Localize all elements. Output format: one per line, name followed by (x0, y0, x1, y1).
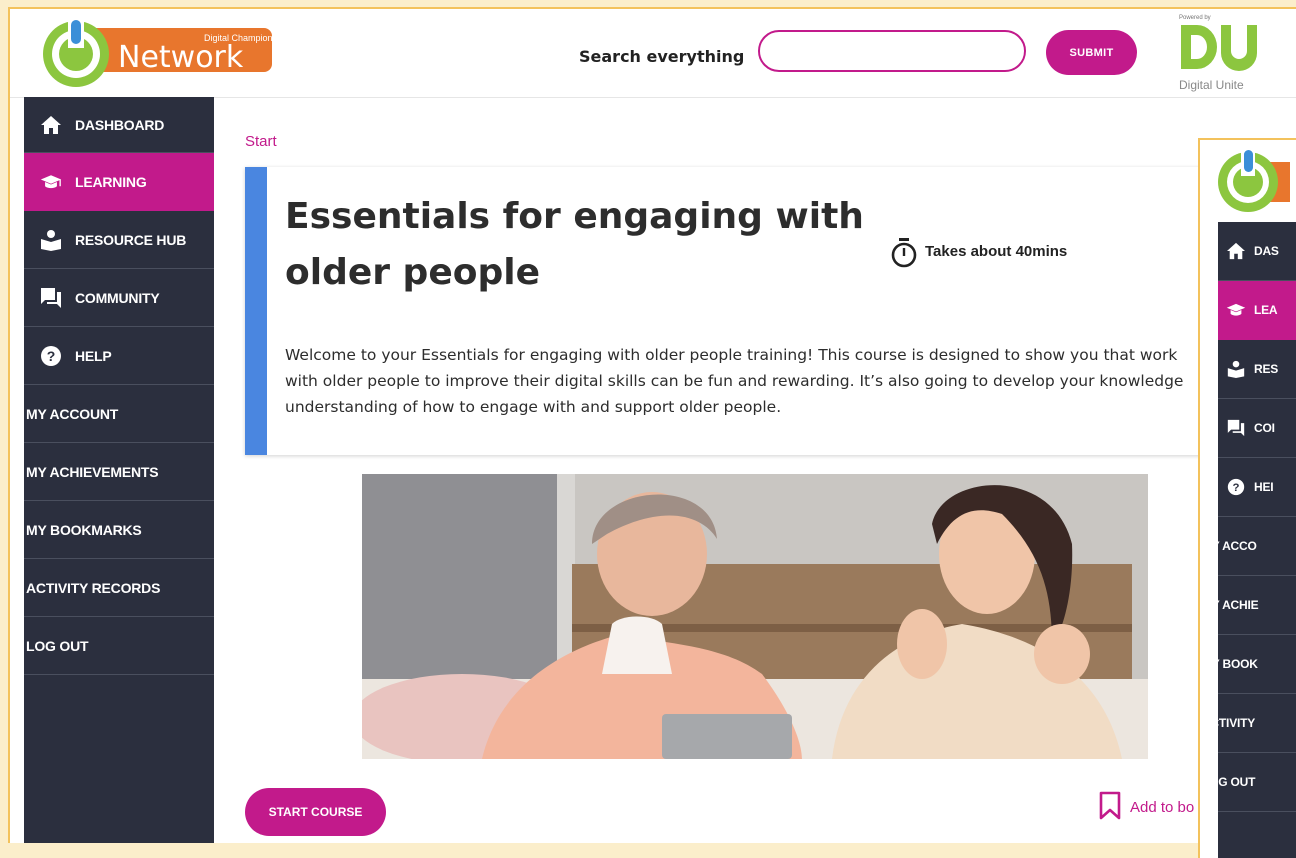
chat-icon (40, 287, 62, 309)
course-card: Essentials for engaging with older peopl… (245, 167, 1205, 455)
stopwatch-icon (891, 238, 917, 268)
digital-champions-network-logo[interactable]: Digital Champions Network (38, 14, 274, 88)
sidebar-item-dashboard[interactable]: DASHBOARD (24, 97, 214, 153)
overlay-item-learning[interactable]: LEA (1218, 281, 1296, 340)
sidebar-item-my-bookmarks[interactable]: MY BOOKMARKS (24, 501, 214, 559)
overlay-sidebar: DAS LEA RES COI ? HEI MY ACCO MY ACHIE M… (1202, 222, 1296, 858)
overlay-item-label: COI (1254, 421, 1275, 435)
intro-line: with older people to improve their digit… (285, 372, 1184, 390)
logo-text: Network (118, 40, 244, 75)
sidebar-item-label: RESOURCE HUB (75, 231, 187, 248)
overlay-item-log-out[interactable]: LOG OUT (1202, 753, 1296, 812)
sidebar-item-label: MY BOOKMARKS (26, 521, 142, 538)
sidebar: DASHBOARD LEARNING RESOURCE HUB COMMUNIT… (24, 97, 214, 843)
du-text: Digital Unite (1179, 78, 1244, 92)
overlay-logo (1218, 148, 1296, 212)
overlay-item-my-account[interactable]: MY ACCO (1202, 517, 1296, 576)
browser-frame: Digital Champions Network Search everyth… (8, 7, 1296, 843)
add-to-bookmarks-link[interactable]: Add to bo (1130, 799, 1194, 816)
overlay-item-activity[interactable]: ACTIVITY (1202, 694, 1296, 753)
overlay-item-label: RES (1254, 362, 1279, 376)
svg-text:?: ? (1233, 482, 1240, 494)
resource-hub-icon (1226, 358, 1246, 380)
overlay-item-label: LEA (1254, 303, 1278, 317)
course-duration: Takes about 40mins (925, 243, 1068, 260)
course-image (245, 474, 1195, 759)
overlay-screenshot: DAS LEA RES COI ? HEI MY ACCO MY ACHIE M… (1198, 138, 1296, 858)
overlay-item-my-bookmarks[interactable]: MY BOOK (1202, 635, 1296, 694)
overlay-item-label: LOG OUT (1202, 775, 1256, 789)
site-header: Digital Champions Network Search everyth… (10, 9, 1296, 98)
help-icon: ? (40, 345, 62, 367)
sidebar-item-log-out[interactable]: LOG OUT (24, 617, 214, 675)
chat-icon (1226, 417, 1246, 439)
sidebar-item-community[interactable]: COMMUNITY (24, 269, 214, 327)
sidebar-item-my-achievements[interactable]: MY ACHIEVEMENTS (24, 443, 214, 501)
overlay-item-resource-hub[interactable]: RES (1218, 340, 1296, 399)
overlay-header (1200, 140, 1296, 220)
svg-text:?: ? (47, 348, 56, 364)
home-icon (1226, 240, 1246, 262)
course-photo (362, 474, 1148, 759)
start-course-button[interactable]: START COURSE (245, 788, 386, 836)
overlay-item-label: HEI (1254, 480, 1274, 494)
search-label: Search everything (579, 47, 745, 66)
home-icon (40, 114, 62, 136)
overlay-item-label: DAS (1254, 244, 1279, 258)
overlay-item-dashboard[interactable]: DAS (1218, 222, 1296, 281)
sidebar-item-label: ACTIVITY RECORDS (26, 579, 161, 596)
sidebar-item-label: MY ACHIEVEMENTS (26, 463, 159, 480)
graduation-cap-icon (1226, 299, 1246, 321)
overlay-item-help[interactable]: ? HEI (1218, 458, 1296, 517)
graduation-cap-icon (40, 171, 62, 193)
du-powered-text: Powered by (1179, 15, 1211, 21)
sidebar-item-activity-records[interactable]: ACTIVITY RECORDS (24, 559, 214, 617)
search-input[interactable] (758, 30, 1026, 72)
intro-line: understanding of how to engage with and … (285, 398, 782, 416)
overlay-item-label: MY ACCO (1202, 539, 1257, 553)
sidebar-item-help[interactable]: ? HELP (24, 327, 214, 385)
submit-button[interactable]: SUBMIT (1046, 30, 1137, 75)
resource-hub-icon (40, 229, 62, 251)
sidebar-item-label: LOG OUT (26, 637, 89, 654)
sidebar-item-my-account[interactable]: MY ACCOUNT (24, 385, 214, 443)
overlay-item-community[interactable]: COI (1218, 399, 1296, 458)
overlay-item-label: MY BOOK (1202, 657, 1258, 671)
sidebar-item-label: HELP (75, 347, 112, 364)
sidebar-item-resource-hub[interactable]: RESOURCE HUB (24, 211, 214, 269)
course-title: Essentials for engaging with older peopl… (285, 196, 864, 293)
bookmark-icon[interactable] (1098, 791, 1122, 821)
digital-unite-logo[interactable]: Powered by Digital Unite (1177, 11, 1267, 95)
help-icon: ? (1226, 476, 1246, 498)
sidebar-item-label: MY ACCOUNT (26, 405, 119, 422)
sidebar-item-label: COMMUNITY (75, 289, 160, 306)
course-intro: Welcome to your Essentials for engaging … (285, 342, 1215, 420)
breadcrumb[interactable]: Start (245, 133, 277, 150)
overlay-item-label: MY ACHIE (1202, 598, 1259, 612)
sidebar-item-learning[interactable]: LEARNING (24, 153, 214, 211)
intro-line: Welcome to your Essentials for engaging … (285, 346, 1178, 364)
overlay-item-label: ACTIVITY (1202, 716, 1256, 730)
sidebar-item-label: LEARNING (75, 173, 147, 190)
overlay-item-my-achievements[interactable]: MY ACHIE (1202, 576, 1296, 635)
sidebar-item-label: DASHBOARD (75, 116, 165, 133)
